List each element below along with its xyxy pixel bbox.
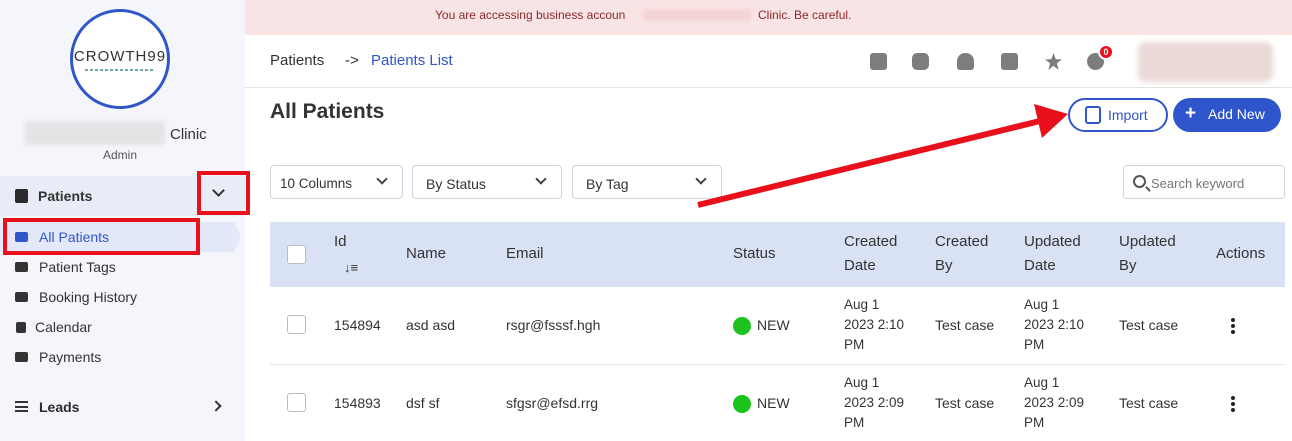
app-root: CROWTH99 Clinic Admin Patients All Patie… — [0, 0, 1292, 441]
annotation-arrow — [697, 104, 1068, 208]
arrow-shaft — [697, 118, 1041, 208]
arrow-head — [1034, 104, 1068, 138]
